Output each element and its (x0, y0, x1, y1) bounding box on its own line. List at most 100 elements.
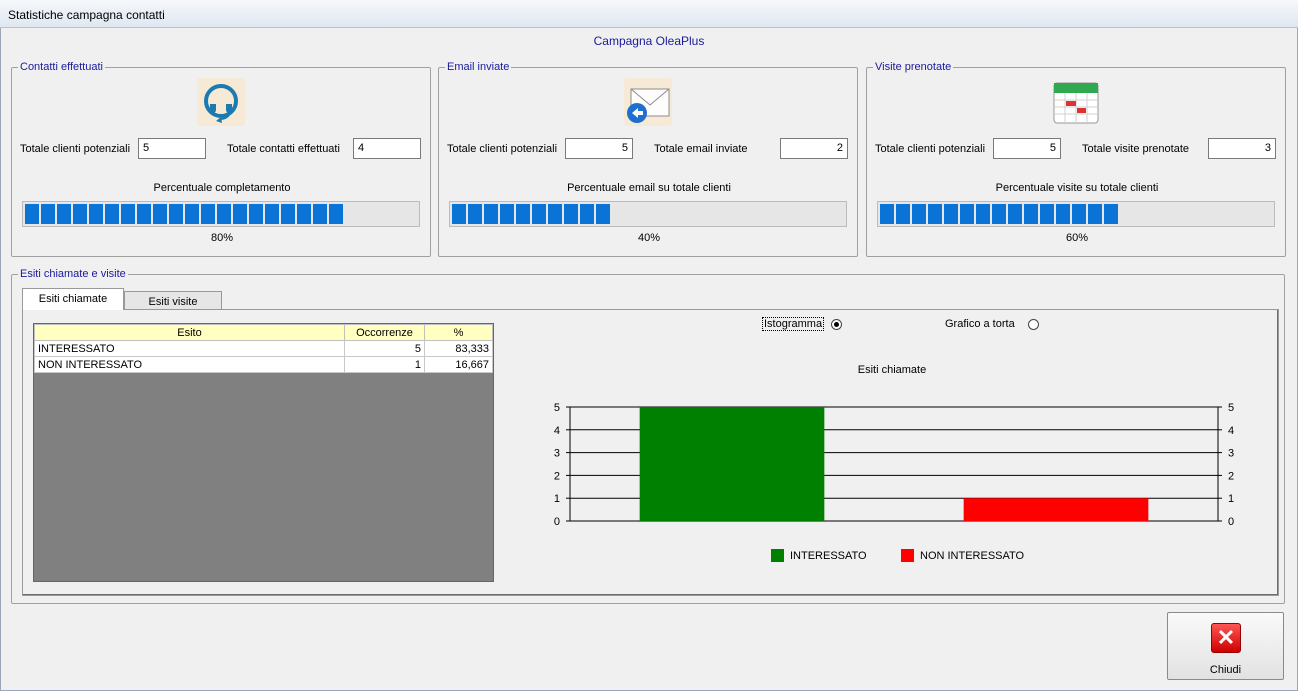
progress-segment (185, 204, 199, 224)
progress-bar (22, 201, 420, 227)
panel-legend: Contatti effettuati (18, 61, 105, 73)
results-table: Esito Occorrenze % INTERESSATO 5 83,333 … (34, 324, 493, 373)
progress-segment (89, 204, 103, 224)
progress-segment (121, 204, 135, 224)
cell-occorrenze: 1 (344, 356, 425, 373)
table-row[interactable]: INTERESSATO 5 83,333 (34, 340, 493, 357)
total-clients-label: Totale clienti potenziali (447, 143, 558, 155)
progress-percent: 80% (210, 232, 234, 244)
legend-label: INTERESSATO (790, 550, 867, 562)
total-contacts-label: Totale contatti effettuati (227, 143, 340, 155)
progress-segment (452, 204, 466, 224)
panel-legend: Visite prenotate (873, 61, 954, 73)
y-tick-label-left: 0 (554, 516, 560, 528)
radio-istogramma-label: Istogramma (762, 317, 825, 331)
radio-istogramma-button[interactable] (831, 318, 843, 330)
legend-swatch (901, 549, 914, 562)
column-header-percent[interactable]: % (424, 324, 493, 341)
progress-segment (169, 204, 183, 224)
progress-segment (1072, 204, 1086, 224)
progress-percent: 40% (637, 232, 661, 244)
radio-istogramma[interactable]: Istogramma (762, 317, 843, 331)
panel-email: Email inviate Totale clienti potenziali … (438, 61, 858, 257)
progress-segment (201, 204, 215, 224)
radio-grafico-torta[interactable]: Grafico a torta (945, 318, 1039, 330)
progress-segment (596, 204, 610, 224)
progress-segment (928, 204, 942, 224)
total-clients-label: Totale clienti potenziali (20, 143, 131, 155)
progress-segment (976, 204, 990, 224)
column-header-occorrenze[interactable]: Occorrenze (344, 324, 425, 341)
total-emails-label: Totale email inviate (654, 143, 748, 155)
y-tick-label-left: 5 (554, 402, 560, 414)
progress-segment (73, 204, 87, 224)
progress-segment (1088, 204, 1102, 224)
progress-percent: 60% (1065, 232, 1089, 244)
progress-segment (281, 204, 295, 224)
progress-segment (992, 204, 1006, 224)
panel-visite: Visite prenotate Totale clienti potenzia… (866, 61, 1286, 257)
progress-segment (532, 204, 546, 224)
radio-torta-label: Grafico a torta (945, 318, 1015, 330)
panel-legend: Email inviate (445, 61, 512, 73)
progress-bar (449, 201, 847, 227)
panel-contatti: Contatti effettuati Totale clienti poten… (11, 61, 431, 257)
y-tick-label-right: 5 (1228, 402, 1234, 414)
progress-segment (329, 204, 343, 224)
table-row[interactable]: NON INTERESSATO 1 16,667 (34, 356, 493, 373)
email-reply-icon (624, 78, 672, 126)
progress-segment (1024, 204, 1038, 224)
progress-segment (1008, 204, 1022, 224)
window-title-bar[interactable]: Statistiche campagna contatti (0, 0, 1298, 28)
y-tick-label-right: 3 (1228, 448, 1234, 460)
tab-esiti-visite[interactable]: Esiti visite (124, 291, 222, 310)
y-tick-label-left: 1 (554, 493, 560, 505)
progress-segment (297, 204, 311, 224)
cell-esito: NON INTERESSATO (34, 356, 345, 373)
y-tick-label-right: 0 (1228, 516, 1234, 528)
y-tick-label-right: 4 (1228, 425, 1234, 437)
cell-percent: 83,333 (424, 340, 493, 357)
progress-segment (41, 204, 55, 224)
tab-esiti-chiamate[interactable]: Esiti chiamate (22, 288, 124, 310)
results-legend: Esiti chiamate e visite (18, 268, 128, 280)
total-visits-label: Totale visite prenotate (1082, 143, 1190, 155)
bar-chart: Esiti chiamate 0 0 1 1 2 2 3 3 4 4 5 5 INTERESSATO N… (554, 364, 1234, 562)
total-emails-field[interactable]: 2 (780, 138, 848, 159)
progress-label: Percentuale visite su totale clienti (995, 182, 1159, 194)
close-button-label: Chiudi (1209, 664, 1242, 676)
close-button[interactable]: ✕ Chiudi (1167, 612, 1284, 680)
progress-segment (896, 204, 910, 224)
chart-title: Esiti chiamate (858, 364, 926, 376)
progress-segment (580, 204, 594, 224)
progress-segment (960, 204, 974, 224)
campaign-title: Campagna OleaPlus (593, 34, 705, 48)
progress-segment (57, 204, 71, 224)
radio-torta-button[interactable] (1027, 318, 1039, 330)
progress-segment (233, 204, 247, 224)
cell-percent: 16,667 (424, 356, 493, 373)
column-header-esito[interactable]: Esito (34, 324, 345, 341)
progress-segment (516, 204, 530, 224)
total-visits-field[interactable]: 3 (1208, 138, 1276, 159)
progress-segment (137, 204, 151, 224)
total-contacts-field[interactable]: 4 (353, 138, 421, 159)
progress-segment (944, 204, 958, 224)
cell-occorrenze: 5 (344, 340, 425, 357)
results-grid: Esito Occorrenze % INTERESSATO 5 83,333 … (33, 323, 494, 582)
y-tick-label-left: 4 (554, 425, 560, 437)
total-clients-field[interactable]: 5 (565, 138, 633, 159)
progress-segment (25, 204, 39, 224)
calendar-icon (1053, 82, 1099, 124)
close-icon: ✕ (1211, 623, 1241, 653)
headset-icon (197, 78, 245, 126)
progress-segment (564, 204, 578, 224)
total-clients-field[interactable]: 5 (993, 138, 1061, 159)
progress-segment (105, 204, 119, 224)
progress-segment (1056, 204, 1070, 224)
progress-segment (249, 204, 263, 224)
progress-segment (265, 204, 279, 224)
bar-interessato (639, 407, 825, 521)
progress-label: Percentuale completamento (153, 182, 291, 194)
total-clients-field[interactable]: 5 (138, 138, 206, 159)
